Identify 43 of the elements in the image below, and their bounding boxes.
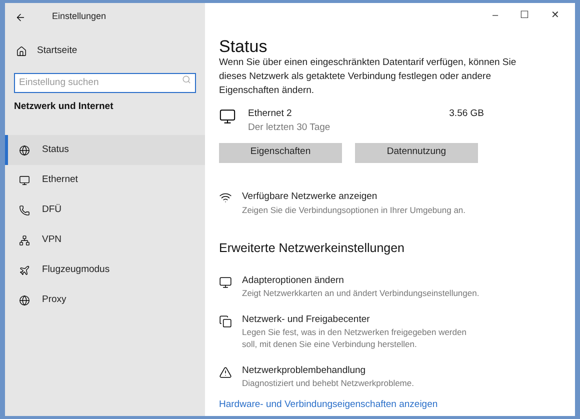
search-icon xyxy=(182,75,191,84)
back-icon[interactable] xyxy=(15,12,26,22)
nav-item[interactable]: VPN xyxy=(5,225,205,256)
maximize-button[interactable]: ☐ xyxy=(520,8,529,22)
section-heading: Erweiterte Netzwerkeinstellungen xyxy=(219,240,406,257)
setting-link[interactable]: Netzwerkproblembehandlung xyxy=(242,365,482,378)
globe-icon xyxy=(19,144,30,156)
nav-item[interactable]: Ethernet xyxy=(5,165,205,196)
setting-description: Legen Sie fest, was in den Netzwerken freigegeben werden soll, mit denen Sie eine Verbindung herstellen. xyxy=(242,326,468,350)
home-icon[interactable] xyxy=(16,46,27,56)
nav-item[interactable]: DFÜ xyxy=(5,195,205,226)
intro-text: Wenn Sie über einen eingeschränkten Datentarif verfügen, können Sie dieses Netzwerk als getaktete Verbindung festlegen oder andere Eigenschaften ändern. xyxy=(219,56,518,98)
minimize-button[interactable]: – xyxy=(492,8,498,22)
available-networks-link[interactable]: Verfügbare Netzwerke anzeigen xyxy=(242,190,466,204)
setting-description: Zeigt Netzwerkkarten an und ändert Verbindungseinstellungen. xyxy=(242,287,480,300)
window-title: Einstellungen xyxy=(52,10,106,24)
hardware-link[interactable]: Hardware- und Verbindungseigenschaften anzeigen xyxy=(219,398,565,412)
warning-icon[interactable] xyxy=(219,366,232,380)
nav-item[interactable]: Flugzeugmodus xyxy=(5,255,205,286)
action-button[interactable]: Datennutzung xyxy=(355,142,478,162)
setting-link[interactable]: Adapteroptionen ändern xyxy=(242,275,482,288)
action-button[interactable]: Eigenschaften xyxy=(219,142,342,162)
page-title: Status xyxy=(219,37,268,57)
connection-period: Der letzten 30 Tage xyxy=(248,121,332,136)
search-field[interactable]: Einstellung suchen xyxy=(14,72,196,92)
usage-value: 3.56 GB xyxy=(449,107,484,121)
nav-item[interactable]: Proxy xyxy=(5,285,205,316)
nav-item[interactable]: Status xyxy=(5,135,205,166)
airplane-icon xyxy=(19,264,30,276)
available-networks-description: Zeigen Sie die Verbindungsoptionen in Ihrer Umgebung an. xyxy=(242,204,466,216)
section-heading: Netzwerk und Internet xyxy=(14,100,114,114)
network-icon[interactable] xyxy=(219,190,232,204)
monitor-icon[interactable] xyxy=(219,276,232,290)
setting-description: Diagnostiziert und behebt Netzwerkprobleme. xyxy=(242,377,415,390)
network-icon xyxy=(19,234,30,246)
setting-link[interactable]: Netzwerk- und Freigabecenter xyxy=(242,314,482,326)
globe-icon xyxy=(19,294,30,306)
monitor-icon xyxy=(219,108,236,125)
home-link[interactable]: Startseite xyxy=(37,44,78,58)
monitor-icon xyxy=(19,174,30,186)
phone-icon xyxy=(19,204,30,216)
close-button[interactable]: ✕ xyxy=(551,8,559,22)
connection-name: Ethernet 2 xyxy=(248,107,293,121)
